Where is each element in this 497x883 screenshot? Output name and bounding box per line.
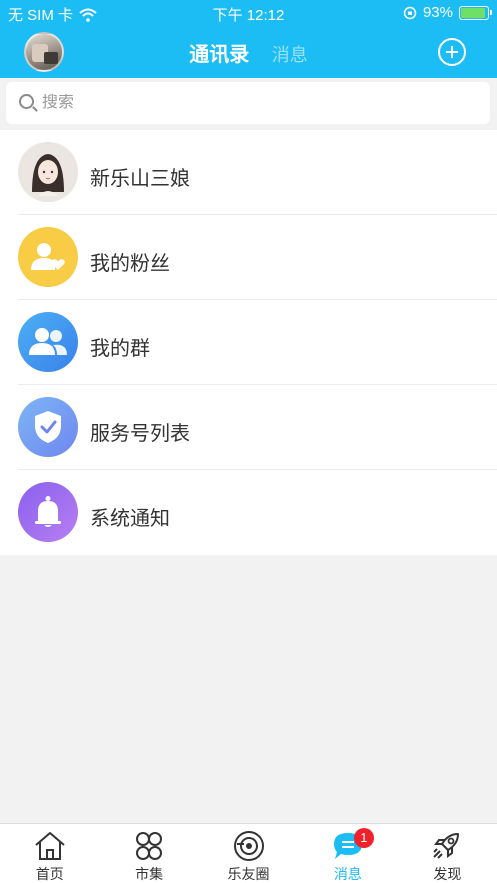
grid-icon [136, 832, 163, 860]
tab-label: 发现 [433, 866, 462, 882]
top-navigation-bar: 通讯录 消息 [0, 26, 497, 78]
tab-messages[interactable]: 消息 [272, 41, 308, 67]
search-box[interactable] [6, 82, 490, 124]
user-avatar [18, 142, 78, 202]
tab-label: 市集 [135, 866, 164, 882]
tab-label: 首页 [35, 866, 64, 882]
list-item-label: 服务号列表 [90, 423, 190, 445]
tab-label: 乐友圈 [227, 866, 270, 882]
home-icon [35, 832, 65, 860]
search-input[interactable] [42, 94, 442, 112]
list-item-groups[interactable]: 我的群 [0, 300, 497, 385]
rocket-icon [433, 833, 460, 859]
list-item-user[interactable]: 新乐山三娘 [0, 130, 497, 215]
list-item-label: 新乐山三娘 [90, 168, 190, 190]
list-item-label: 我的群 [90, 338, 150, 360]
list-item-label: 我的粉丝 [90, 253, 170, 275]
bottom-tab-bar: 首页 市集 乐友圈 1 消息 发现 [0, 823, 497, 883]
tab-home[interactable]: 首页 [0, 824, 99, 883]
tab-label: 消息 [333, 866, 362, 882]
list-item-system-notifications[interactable]: 系统通知 [0, 470, 497, 555]
tab-moments[interactable]: 乐友圈 [199, 824, 298, 883]
status-bar: 无 SIM 卡 下午 12:12 93% [0, 0, 497, 26]
tab-contacts[interactable]: 通讯录 [189, 38, 249, 67]
bell-icon [18, 482, 78, 542]
tab-messages-bottom[interactable]: 1 消息 [298, 824, 397, 883]
contacts-list: 新乐山三娘 我的粉丝 我的群 服务号列表 系统通知 [0, 130, 497, 555]
list-item-fans[interactable]: 我的粉丝 [0, 215, 497, 300]
group-icon [18, 312, 78, 372]
header-tabs: 通讯录 消息 [0, 38, 497, 67]
list-item-service-accounts[interactable]: 服务号列表 [0, 385, 497, 470]
list-item-label: 系统通知 [90, 508, 170, 530]
battery-percent: 93% [422, 4, 453, 21]
fans-icon [18, 227, 78, 287]
shield-check-icon [18, 397, 78, 457]
battery-icon [459, 5, 492, 20]
circle-camera-icon [233, 831, 264, 861]
orientation-lock-icon [403, 6, 417, 19]
add-circle-icon[interactable] [438, 38, 466, 66]
tab-market[interactable]: 市集 [99, 824, 198, 883]
tab-discover[interactable]: 发现 [398, 824, 497, 883]
search-area [0, 78, 497, 130]
status-time: 下午 12:12 [212, 7, 285, 24]
unread-badge: 1 [353, 828, 374, 848]
search-icon [18, 93, 38, 113]
